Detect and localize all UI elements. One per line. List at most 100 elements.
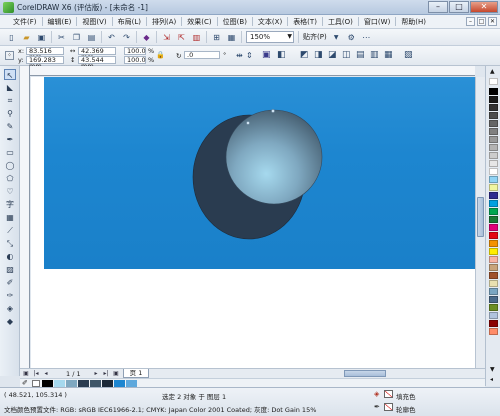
- document-color-swatch[interactable]: [54, 380, 65, 387]
- fill-tool-icon[interactable]: ◈: [4, 303, 16, 314]
- parallel-dimension-tool-icon[interactable]: ⟋: [4, 225, 16, 236]
- outline-none-icon[interactable]: [384, 403, 393, 411]
- doc-minimize-button[interactable]: –: [466, 17, 475, 26]
- object-origin-icon[interactable]: ⁘: [5, 51, 14, 60]
- minimize-button[interactable]: –: [428, 1, 448, 13]
- color-swatch[interactable]: [489, 296, 498, 303]
- next-page-icon[interactable]: ▸: [92, 370, 100, 378]
- width-field[interactable]: 42.369 mm: [78, 47, 116, 60]
- menu-bitmaps[interactable]: 位图(B): [218, 17, 252, 27]
- horizontal-scroll-thumb[interactable]: [344, 370, 386, 377]
- zoom-tool-icon[interactable]: ⚲: [4, 108, 16, 119]
- color-swatch[interactable]: [489, 288, 498, 295]
- menu-help[interactable]: 帮助(H): [396, 17, 431, 27]
- color-swatch[interactable]: [489, 216, 498, 223]
- mirror-horizontal-icon[interactable]: ⇹: [236, 51, 243, 60]
- cut-icon[interactable]: ✂: [56, 32, 67, 43]
- simplify-icon[interactable]: ◫: [342, 50, 351, 60]
- combine-icon[interactable]: ◧: [277, 50, 286, 60]
- color-swatch[interactable]: [489, 96, 498, 103]
- group-icon[interactable]: ▣: [262, 50, 271, 60]
- outline-pen-tool-icon[interactable]: ✑: [4, 290, 16, 301]
- color-swatch[interactable]: [489, 144, 498, 151]
- mirror-vertical-icon[interactable]: ⇕: [246, 51, 253, 60]
- scale-x-field[interactable]: 100.0: [124, 47, 146, 55]
- weld-icon[interactable]: ◩: [300, 50, 309, 60]
- color-swatch[interactable]: [489, 248, 498, 255]
- gradient-circle[interactable]: [225, 109, 323, 205]
- interactive-fill-tool-icon[interactable]: ◆: [4, 316, 16, 327]
- palette-scroll-up-icon[interactable]: ▲: [490, 68, 495, 75]
- save-icon[interactable]: ▣: [36, 32, 47, 43]
- intersect-icon[interactable]: ◪: [328, 50, 337, 60]
- eyedropper-icon[interactable]: ✐: [22, 379, 28, 387]
- color-swatch[interactable]: [489, 184, 498, 191]
- no-color-swatch[interactable]: [32, 380, 40, 387]
- selection-node-handle[interactable]: [246, 121, 250, 125]
- menu-effects[interactable]: 效果(C): [182, 17, 216, 27]
- table-tool-icon[interactable]: ▦: [4, 212, 16, 223]
- menu-edit[interactable]: 编辑(E): [43, 17, 77, 27]
- color-swatch[interactable]: [489, 200, 498, 207]
- color-swatch[interactable]: [489, 104, 498, 111]
- document-color-swatch[interactable]: [126, 380, 137, 387]
- previous-page-icon[interactable]: ◂: [42, 370, 50, 378]
- shape-tool-icon[interactable]: ◣: [4, 82, 16, 93]
- first-page-icon[interactable]: |◂: [32, 370, 40, 378]
- color-swatch[interactable]: [489, 168, 498, 175]
- connector-tool-icon[interactable]: ⤡: [4, 238, 16, 249]
- menu-overflow-icon[interactable]: ⋯: [361, 32, 372, 43]
- create-boundary-icon[interactable]: ▦: [384, 50, 393, 60]
- palette-scroll-down-icon[interactable]: ▼: [490, 366, 495, 373]
- copy-icon[interactable]: ❐: [71, 32, 82, 43]
- pick-tool-icon[interactable]: ↖: [4, 69, 16, 80]
- publish-pdf-icon[interactable]: ▥: [191, 32, 202, 43]
- eyedropper-tool-icon[interactable]: ✐: [4, 277, 16, 288]
- crop-tool-icon[interactable]: ⌗: [4, 95, 16, 106]
- color-swatch[interactable]: [489, 128, 498, 135]
- document-color-swatch[interactable]: [42, 380, 53, 387]
- front-minus-back-icon[interactable]: ▤: [356, 50, 365, 60]
- redo-icon[interactable]: ↷: [121, 32, 132, 43]
- color-swatch[interactable]: [489, 176, 498, 183]
- vertical-scrollbar[interactable]: [475, 77, 485, 368]
- artistic-media-tool-icon[interactable]: ✒: [4, 134, 16, 145]
- color-swatch[interactable]: [489, 88, 498, 95]
- new-document-icon[interactable]: ▯: [6, 32, 17, 43]
- align-distribute-icon[interactable]: ▧: [404, 50, 413, 60]
- application-launcher-icon[interactable]: ⊞: [211, 32, 222, 43]
- color-swatch[interactable]: [489, 224, 498, 231]
- document-color-profile[interactable]: 文档颜色预置文件: RGB: sRGB IEC61966-2.1; CMYK: …: [4, 404, 316, 414]
- rotation-angle-field[interactable]: .0: [184, 51, 220, 59]
- document-color-swatch[interactable]: [78, 380, 89, 387]
- vertical-scroll-thumb[interactable]: [477, 197, 484, 237]
- y-position-field[interactable]: 169.283 mm: [26, 56, 64, 69]
- lock-ratio-icon[interactable]: 🔒: [156, 51, 165, 60]
- document-color-swatch[interactable]: [90, 380, 101, 387]
- scale-y-field[interactable]: 100.0: [124, 56, 146, 64]
- menu-table[interactable]: 表格(T): [288, 17, 322, 27]
- doc-close-button[interactable]: ✕: [488, 17, 497, 26]
- color-swatch[interactable]: [489, 192, 498, 199]
- last-page-icon[interactable]: ▸|: [102, 370, 110, 378]
- doc-restore-button[interactable]: □: [477, 17, 486, 26]
- no-color-swatch[interactable]: [489, 78, 498, 85]
- color-swatch[interactable]: [489, 120, 498, 127]
- document-color-swatch[interactable]: [114, 380, 125, 387]
- document-color-swatch[interactable]: [66, 380, 77, 387]
- color-swatch[interactable]: [489, 232, 498, 239]
- export-icon[interactable]: ⇱: [176, 32, 187, 43]
- options-icon[interactable]: ⚙: [346, 32, 357, 43]
- polygon-tool-icon[interactable]: ⬠: [4, 173, 16, 184]
- snap-to-dropdown[interactable]: 贴齐(P): [303, 32, 327, 42]
- color-swatch[interactable]: [489, 280, 498, 287]
- transparency-tool-icon[interactable]: ▨: [4, 264, 16, 275]
- color-swatch[interactable]: [489, 272, 498, 279]
- color-swatch[interactable]: [489, 256, 498, 263]
- menu-view[interactable]: 视图(V): [77, 17, 111, 27]
- height-field[interactable]: 43.544 mm: [78, 56, 116, 69]
- menu-arrange[interactable]: 排列(A): [147, 17, 181, 27]
- text-tool-icon[interactable]: 字: [4, 199, 16, 210]
- vertical-ruler[interactable]: [20, 66, 30, 368]
- add-page-after-icon[interactable]: ▣: [112, 370, 120, 378]
